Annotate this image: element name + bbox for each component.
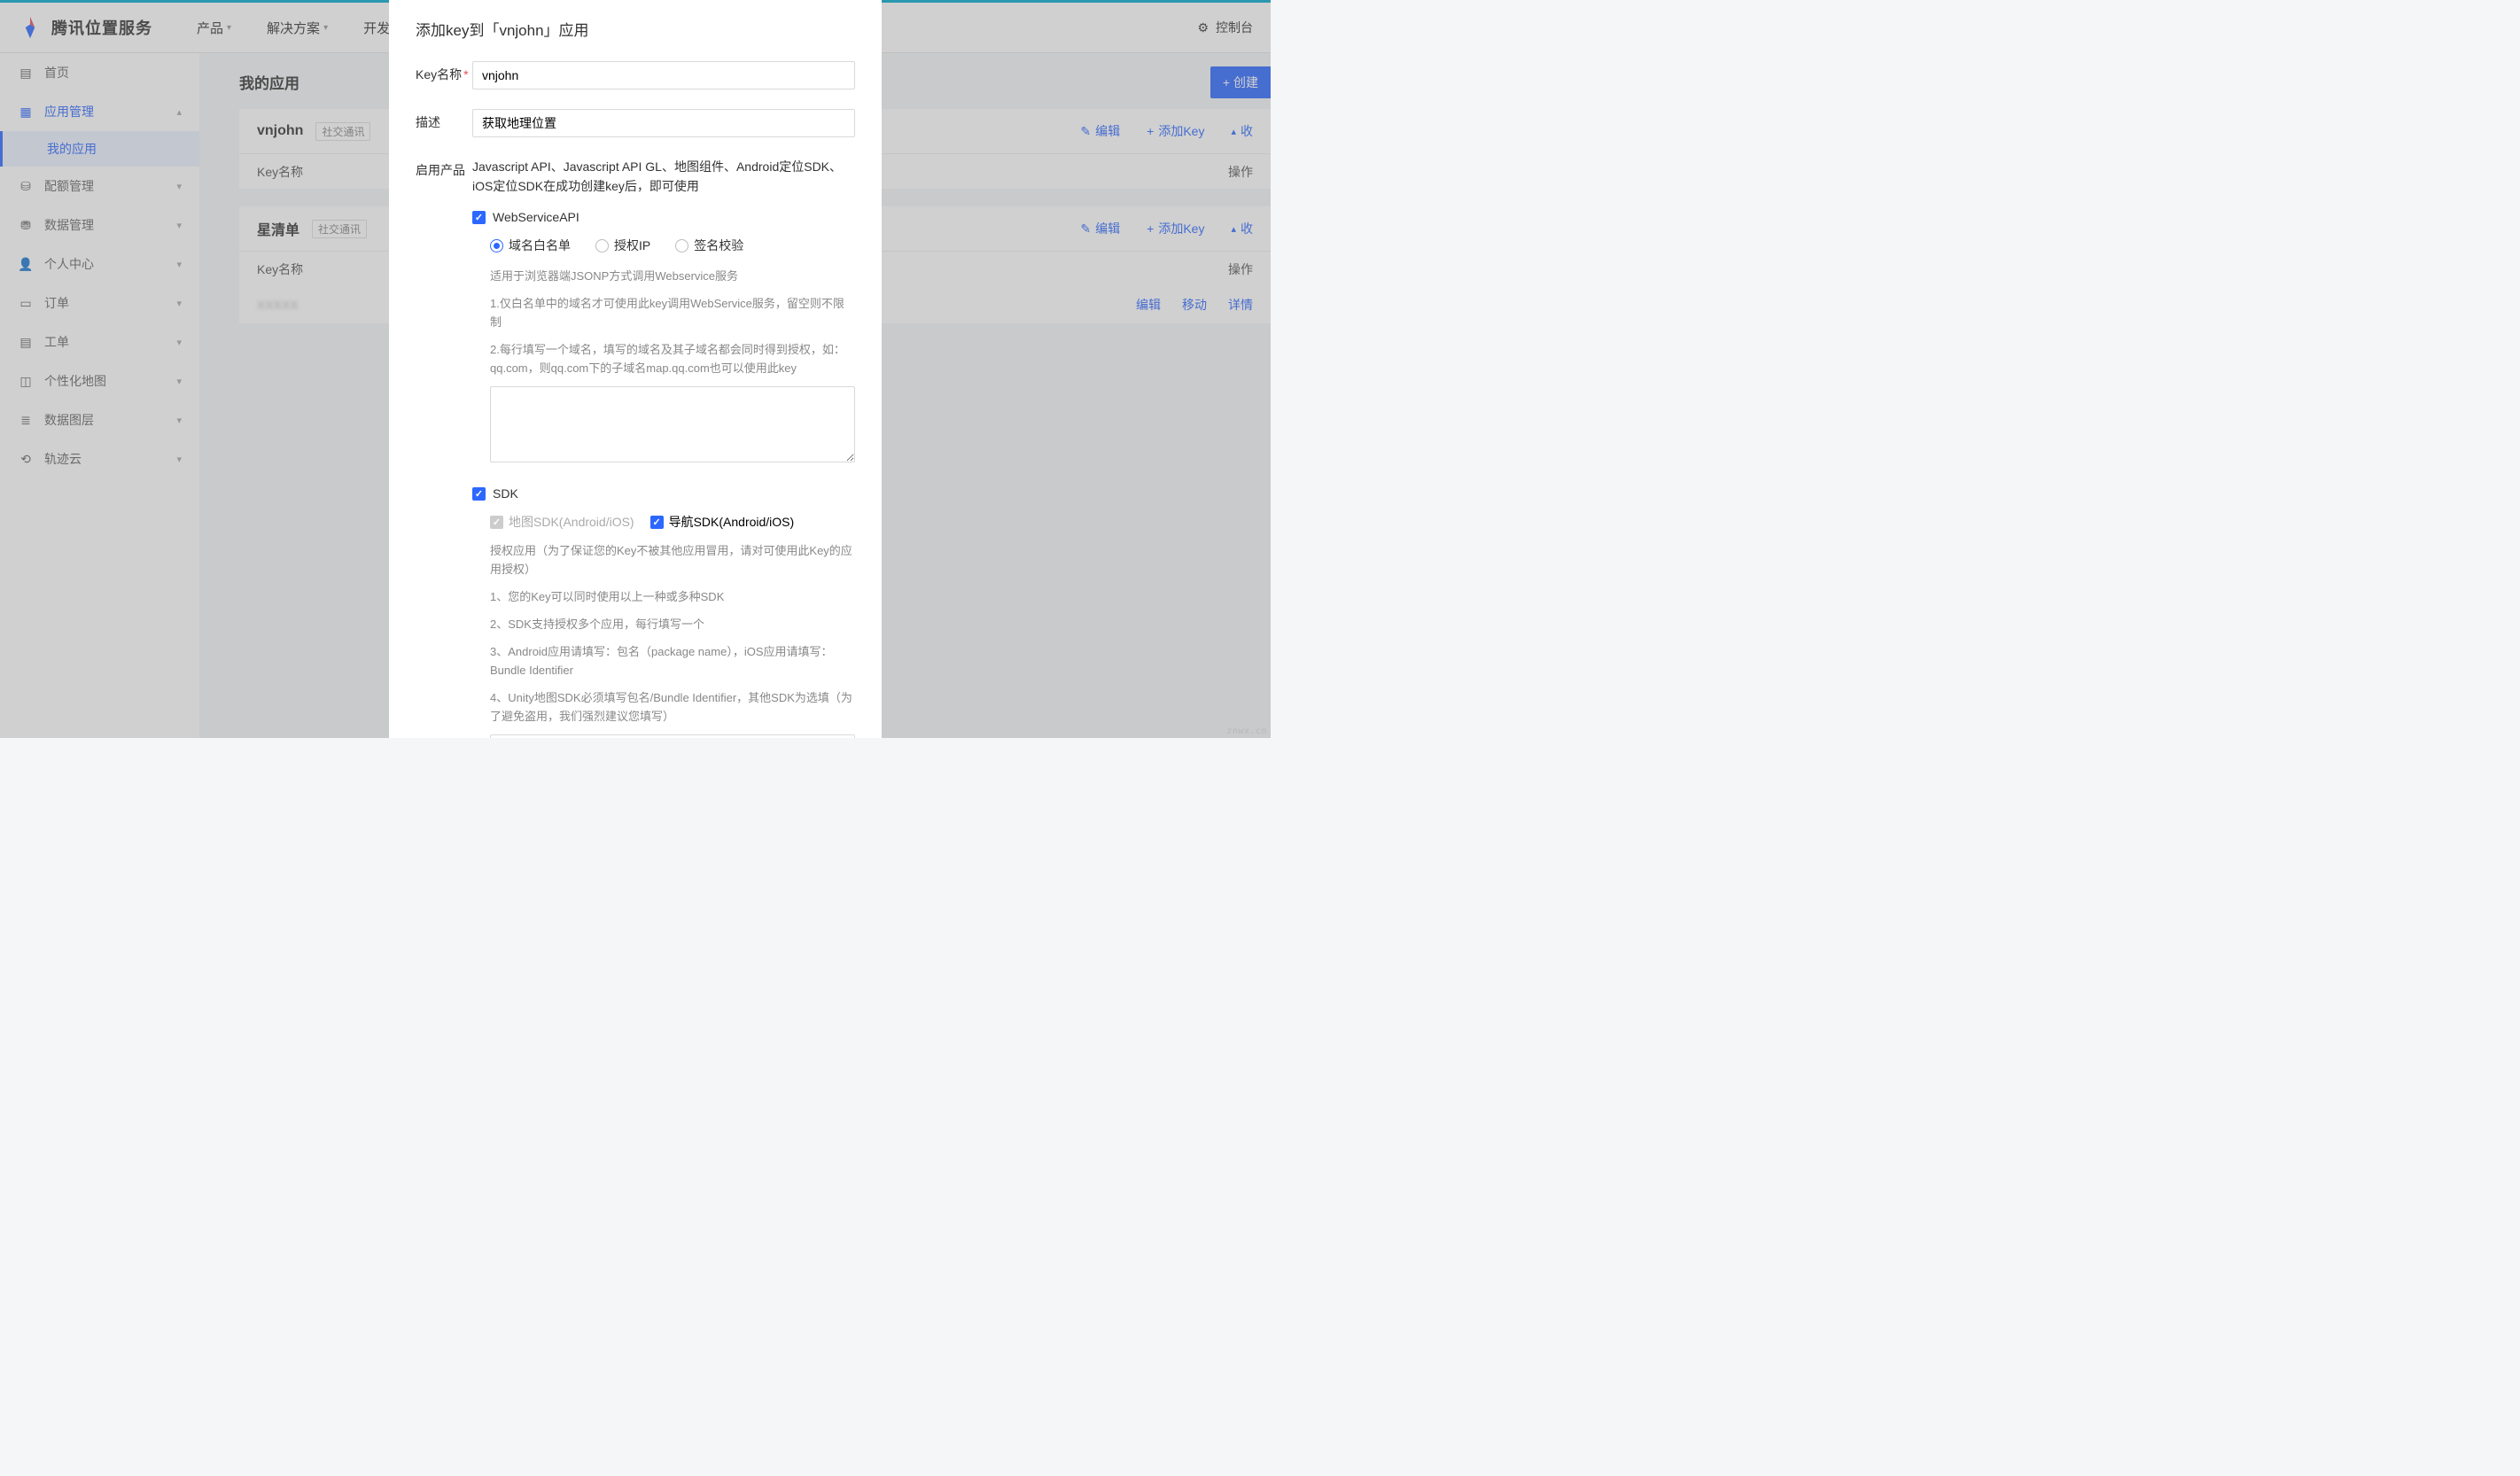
label-desc: 描述 [416,109,472,137]
help-text: 3、Android应用请填写：包名（package name），iOS应用请填写… [490,642,855,680]
help-text: 1、您的Key可以同时使用以上一种或多种SDK [490,587,855,606]
checkbox-checked-icon [472,487,486,501]
checkbox-checked-icon [472,211,486,224]
webservice-radio-group: 域名白名单 授权IP 签名校验 [490,237,855,254]
modal-title: 添加key到「vnjohn」应用 [416,18,855,40]
watermark: znwx.cn [1226,726,1267,736]
navsdk-checkbox[interactable]: 导航SDK(Android/iOS) [650,513,795,531]
label-products: 启用产品 [416,157,472,738]
radio-authip[interactable]: 授权IP [595,237,650,254]
radio-off-icon [595,239,609,252]
keyname-input[interactable] [472,61,855,89]
help-text: 2、SDK支持授权多个应用，每行填写一个 [490,615,855,633]
help-text: 适用于浏览器端JSONP方式调用Webservice服务 [490,267,855,285]
desc-input[interactable] [472,109,855,137]
whitelist-textarea[interactable] [490,386,855,462]
webservice-checkbox-row[interactable]: WebServiceAPI [472,210,855,224]
checkbox-disabled-icon [490,516,503,529]
radio-whitelist[interactable]: 域名白名单 [490,237,571,254]
sdk-package-textarea[interactable] [490,734,855,738]
radio-on-icon [490,239,503,252]
help-text: 2.每行填写一个域名，填写的域名及其子域名都会同时得到授权，如：qq.com，则… [490,340,855,377]
help-text: 授权应用（为了保证您的Key不被其他应用冒用，请对可使用此Key的应用授权） [490,541,855,579]
checkbox-checked-icon [650,516,664,529]
add-key-modal: 添加key到「vnjohn」应用 Key名称* 描述 启用产品 Javascri… [389,0,882,738]
radio-off-icon [675,239,688,252]
products-static-text: Javascript API、Javascript API GL、地图组件、An… [472,157,855,196]
mapsdk-checkbox[interactable]: 地图SDK(Android/iOS) [490,513,634,531]
radio-sign[interactable]: 签名校验 [675,237,743,254]
label-keyname: Key名称* [416,61,472,89]
help-text: 1.仅白名单中的域名才可使用此key调用WebService服务，留空则不限制 [490,294,855,331]
help-text: 4、Unity地图SDK必须填写包名/Bundle Identifier，其他S… [490,688,855,726]
sdk-checkbox-row[interactable]: SDK [472,486,855,501]
